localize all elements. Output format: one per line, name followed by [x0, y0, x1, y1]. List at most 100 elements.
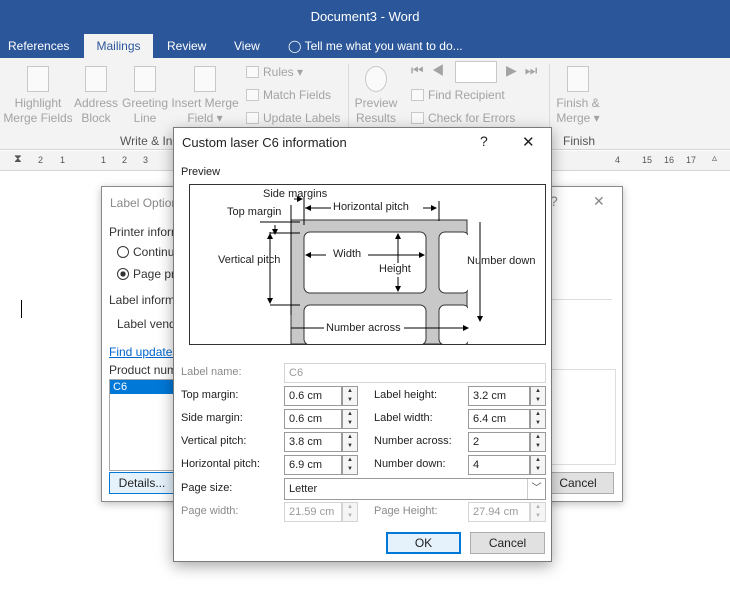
number-down-spinner[interactable]: ▲ ▼	[530, 455, 546, 475]
tab-mailings[interactable]: Mailings	[84, 34, 153, 58]
spin-up-icon[interactable]: ▲	[531, 387, 545, 396]
record-nav[interactable]: ⏮◀	[411, 63, 452, 78]
horizontal-pitch-spinner[interactable]: ▲ ▼	[342, 455, 358, 475]
mask	[468, 219, 544, 344]
spin-down-icon[interactable]: ▼	[343, 442, 357, 451]
label-height-input[interactable]: 3.2 cm	[468, 386, 530, 406]
last-record-icon[interactable]: ⏭	[525, 62, 546, 78]
spin-up-icon[interactable]: ▲	[531, 456, 545, 465]
side-margins-label: Side margins	[263, 188, 328, 200]
spin-down-icon[interactable]: ▼	[531, 442, 545, 451]
page-height-spinner: ▲ ▼	[530, 502, 546, 522]
continuous-label: Continu	[133, 245, 175, 259]
update-labels-label: Update Labels	[263, 111, 341, 125]
finish-label-1: Finish &	[556, 96, 600, 110]
side-margin-spinner[interactable]: ▲ ▼	[342, 409, 358, 429]
divider	[542, 299, 612, 300]
spin-up-icon[interactable]: ▲	[531, 410, 545, 419]
find-recipient-button[interactable]: Find Recipient	[411, 88, 505, 103]
tell-me-text: Tell me what you want to do...	[304, 39, 463, 53]
page-printers-radio[interactable]: Page pr	[117, 267, 175, 281]
height-diagram-label: Height	[379, 263, 411, 275]
spin-down-icon[interactable]: ▼	[531, 419, 545, 428]
page-height-label: Page Height:	[374, 505, 438, 517]
page-size-select[interactable]: Letter ﹀	[284, 478, 546, 500]
cancel-button[interactable]: Cancel	[470, 532, 545, 554]
spin-up-icon[interactable]: ▲	[531, 433, 545, 442]
side-margin-input[interactable]: 0.6 cm	[284, 409, 342, 429]
match-fields-button[interactable]: Match Fields	[246, 88, 331, 103]
insert-merge-field-button[interactable]: Insert Merge Field ▾	[170, 66, 240, 126]
close-button[interactable]: ✕	[522, 133, 535, 151]
tab-review[interactable]: Review	[159, 34, 214, 58]
top-margin-label: Top margin:	[181, 389, 238, 401]
number-across-spinner[interactable]: ▲ ▼	[530, 432, 546, 452]
address-block-button[interactable]: Address Block	[73, 66, 119, 126]
preview-label: Preview	[181, 166, 221, 178]
spin-up-icon[interactable]: ▲	[343, 387, 357, 396]
label-preview-diagram: Side margins Top margin Horizontal pitch…	[189, 184, 546, 346]
ruler-tick: 2	[38, 155, 44, 165]
spin-down-icon[interactable]: ▼	[343, 419, 357, 428]
top-margin-spinner[interactable]: ▲ ▼	[342, 386, 358, 406]
page-width-label: Page width:	[181, 505, 239, 517]
label-width-spinner[interactable]: ▲ ▼	[530, 409, 546, 429]
record-number-input[interactable]	[455, 61, 497, 83]
vertical-pitch-label: Vertical pitch:	[181, 435, 247, 447]
check-errors-button[interactable]: Check for Errors	[411, 111, 515, 126]
bg-cancel-label: Cancel	[559, 476, 597, 490]
horizontal-pitch-label: Horizontal pitch:	[181, 458, 260, 470]
spin-down-icon[interactable]: ▼	[531, 396, 545, 405]
tab-view[interactable]: View	[226, 34, 268, 58]
indent-marker-icon[interactable]: ⧗	[14, 153, 22, 166]
number-down-input[interactable]: 4	[468, 455, 530, 475]
tab-references[interactable]: References	[0, 34, 77, 58]
vertical-pitch-input[interactable]: 3.8 cm	[284, 432, 342, 452]
spin-down-icon[interactable]: ▼	[343, 396, 357, 405]
number-across-input[interactable]: 2	[468, 432, 530, 452]
preview-results-button[interactable]: Preview Results	[352, 66, 400, 126]
spin-down-icon[interactable]: ▼	[531, 465, 545, 474]
spin-up-icon[interactable]: ▲	[343, 410, 357, 419]
vertical-pitch-spinner[interactable]: ▲ ▼	[342, 432, 358, 452]
tell-me-box[interactable]: ◯ Tell me what you want to do...	[280, 34, 471, 58]
find-updates-link[interactable]: Find updates	[109, 345, 178, 359]
horizontal-pitch-input[interactable]: 6.9 cm	[284, 455, 342, 475]
product-number-list[interactable]: C6	[109, 379, 175, 471]
details-button[interactable]: Details...	[109, 472, 175, 494]
label-cell	[438, 231, 470, 294]
record-nav-next[interactable]: ▶⏭	[506, 63, 545, 78]
ruler-tick: 16	[664, 155, 675, 165]
radio-icon	[117, 246, 129, 258]
label-width-label: Label width:	[374, 412, 433, 424]
label-width-input[interactable]: 6.4 cm	[468, 409, 530, 429]
spin-up-icon[interactable]: ▲	[343, 456, 357, 465]
check-errors-label: Check for Errors	[428, 111, 516, 125]
width-diagram-label: Width	[333, 248, 362, 260]
highlight-merge-fields-button[interactable]: Highlight Merge Fields	[3, 66, 73, 126]
top-margin-input[interactable]: 0.6 cm	[284, 386, 342, 406]
help-button[interactable]: ?	[480, 133, 488, 149]
bg-close-button[interactable]: ✕	[593, 193, 605, 210]
first-record-icon[interactable]: ⏮	[411, 62, 432, 78]
label-height-spinner[interactable]: ▲ ▼	[530, 386, 546, 406]
custom-label-dialog: Custom laser C6 information ? ✕ Preview …	[173, 127, 552, 562]
list-item-c6[interactable]: C6	[110, 380, 174, 394]
bg-cancel-button[interactable]: Cancel	[542, 472, 614, 494]
ribbon-tabs: References Mailings Review View ◯ Tell m…	[0, 34, 730, 58]
update-labels-button[interactable]: Update Labels	[246, 111, 340, 126]
continuous-radio[interactable]: Continu	[117, 245, 174, 259]
right-indent-icon[interactable]: ▵	[712, 153, 717, 164]
ok-button[interactable]: OK	[386, 532, 461, 554]
prev-record-icon[interactable]: ◀	[432, 62, 453, 78]
spin-down-icon[interactable]: ▼	[343, 465, 357, 474]
spin-up-icon[interactable]: ▲	[343, 433, 357, 442]
next-record-icon[interactable]: ▶	[506, 62, 525, 78]
greeting-line-button[interactable]: Greeting Line	[120, 66, 170, 126]
finish-merge-button[interactable]: Finish & Merge ▾	[552, 66, 604, 126]
rules-button[interactable]: Rules ▾	[246, 65, 303, 80]
number-across-label: Number across:	[374, 435, 452, 447]
finish-label-2: Merge ▾	[556, 111, 600, 125]
chevron-down-icon[interactable]: ﹀	[527, 479, 545, 499]
side-margin-label: Side margin:	[181, 412, 243, 424]
